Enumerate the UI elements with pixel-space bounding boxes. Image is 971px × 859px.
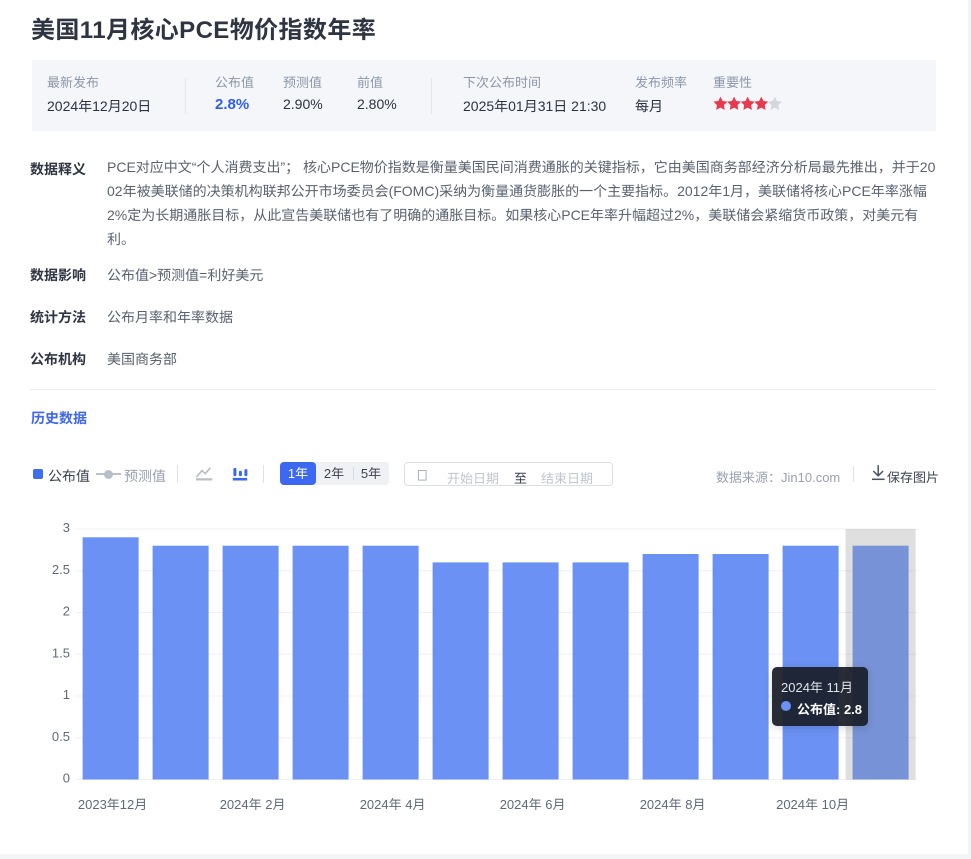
- svg-text:2023年12月: 2023年12月: [78, 797, 147, 812]
- svg-text:3: 3: [63, 520, 70, 535]
- svg-text:2024年 2月: 2024年 2月: [220, 797, 286, 812]
- svg-text:1: 1: [63, 687, 70, 702]
- svg-text:0: 0: [63, 771, 70, 786]
- svg-text:0.5: 0.5: [52, 729, 70, 744]
- svg-text:2024年 8月: 2024年 8月: [640, 797, 706, 812]
- svg-text:2024年 4月: 2024年 4月: [360, 797, 426, 812]
- svg-text:2: 2: [63, 604, 70, 619]
- svg-text:1.5: 1.5: [52, 645, 70, 660]
- svg-text:2.5: 2.5: [52, 562, 70, 577]
- svg-text:2024年 10月: 2024年 10月: [776, 797, 849, 812]
- svg-text:2024年 6月: 2024年 6月: [500, 797, 566, 812]
